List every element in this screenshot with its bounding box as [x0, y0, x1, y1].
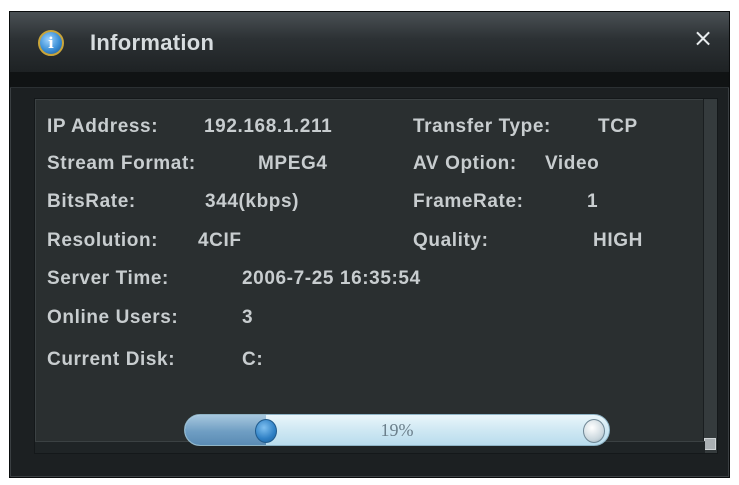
transfer-type-value: TCP — [598, 116, 638, 137]
online-users-value: 3 — [242, 307, 254, 328]
progress-percent: 19% — [380, 420, 414, 440]
bitsrate-label: BitsRate: — [47, 191, 136, 212]
information-dialog: i Information × IP Address: 192.168.1.21… — [9, 11, 730, 478]
quality-label: Quality: — [413, 230, 489, 251]
online-users-label: Online Users: — [47, 307, 179, 328]
disk-progress-bar: 19% — [184, 414, 610, 446]
header-strip — [10, 72, 729, 88]
server-time-label: Server Time: — [47, 268, 169, 289]
ip-address-value: 192.168.1.211 — [204, 116, 333, 137]
stream-format-label: Stream Format: — [47, 153, 196, 174]
title-bar[interactable]: i Information × — [10, 12, 729, 72]
current-disk-value: C: — [242, 349, 264, 370]
quality-value: HIGH — [593, 230, 643, 251]
framerate-value: 1 — [587, 191, 599, 212]
transfer-type-label: Transfer Type: — [413, 116, 551, 137]
info-icon-glyph: i — [48, 34, 54, 52]
scrollbar-thumb[interactable] — [704, 438, 716, 450]
resolution-value: 4CIF — [198, 230, 242, 251]
resolution-label: Resolution: — [47, 230, 159, 251]
ip-address-label: IP Address: — [47, 116, 159, 137]
server-time-value: 2006-7-25 16:35:54 — [242, 268, 421, 289]
framerate-label: FrameRate: — [413, 191, 524, 212]
av-option-label: AV Option: — [413, 153, 517, 174]
av-option-value: Video — [545, 153, 600, 174]
current-disk-label: Current Disk: — [47, 349, 176, 370]
close-icon[interactable]: × — [691, 26, 715, 50]
bitsrate-value: 344(kbps) — [205, 191, 300, 212]
stream-format-value: MPEG4 — [258, 153, 328, 174]
vertical-scrollbar[interactable] — [703, 99, 717, 453]
info-icon: i — [38, 30, 64, 56]
dialog-title: Information — [90, 30, 215, 55]
